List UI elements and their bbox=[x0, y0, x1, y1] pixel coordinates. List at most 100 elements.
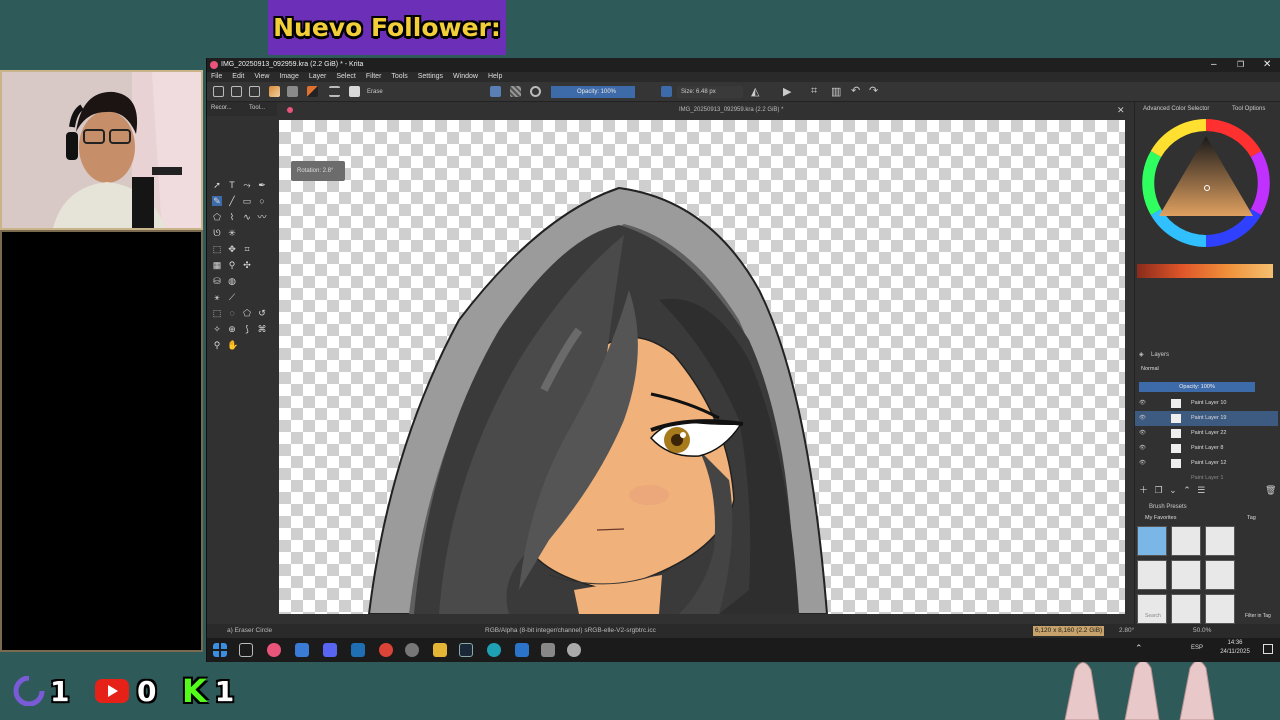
measure-icon[interactable]: ⟋ bbox=[227, 292, 237, 302]
brush-preset[interactable] bbox=[1171, 594, 1201, 624]
wrap-mode-icon[interactable]: ▥ bbox=[831, 85, 841, 98]
color-picker-icon[interactable]: ⚲ bbox=[227, 260, 237, 270]
eraser-mode-icon[interactable] bbox=[490, 86, 501, 97]
gradient-icon[interactable] bbox=[269, 86, 280, 97]
magnetic-select-icon[interactable]: ⌘ bbox=[257, 324, 267, 334]
rect-select-icon[interactable]: ⬚ bbox=[212, 308, 222, 318]
text-icon[interactable]: T bbox=[227, 180, 237, 190]
add-layer-icon[interactable]: ＋ bbox=[1139, 485, 1148, 495]
pan-icon[interactable]: ✋ bbox=[227, 340, 238, 350]
windows-start-icon[interactable] bbox=[213, 643, 227, 657]
visibility-eye-icon[interactable]: 👁 bbox=[1139, 441, 1146, 456]
folder-taskbar-icon[interactable] bbox=[433, 643, 447, 657]
assistant-icon[interactable]: ⚹ bbox=[212, 292, 222, 302]
similar-select-icon[interactable]: ⊕ bbox=[227, 324, 237, 334]
minimize-button[interactable]: – bbox=[1211, 58, 1217, 72]
brush-preset[interactable] bbox=[1205, 526, 1235, 556]
shield-taskbar-icon[interactable] bbox=[567, 643, 581, 657]
menu-edit[interactable]: Edit bbox=[232, 72, 244, 82]
color-selector-title[interactable]: Advanced Color Selector bbox=[1143, 104, 1209, 115]
crop-icon[interactable]: ⌗ bbox=[242, 244, 252, 254]
polygon-icon[interactable]: ⬠ bbox=[212, 212, 222, 222]
edge-taskbar-icon[interactable] bbox=[487, 643, 501, 657]
bezier-select-icon[interactable]: ⟆ bbox=[242, 324, 252, 334]
language-indicator[interactable]: ESP bbox=[1191, 645, 1203, 651]
brush-preset[interactable] bbox=[1171, 526, 1201, 556]
open-document-icon[interactable] bbox=[231, 86, 242, 97]
magic-wand-icon[interactable]: ✧ bbox=[212, 324, 222, 334]
pattern-icon[interactable] bbox=[287, 86, 298, 97]
brush-preset-icon[interactable] bbox=[349, 86, 360, 97]
preserve-alpha-icon[interactable] bbox=[510, 86, 521, 97]
blend-mode-select[interactable]: Erase bbox=[367, 87, 479, 97]
layer-row[interactable]: 👁 Paint Layer 12 bbox=[1135, 456, 1278, 471]
polygon-select-icon[interactable]: ⬠ bbox=[242, 308, 252, 318]
calligraphy-icon[interactable]: ✒ bbox=[257, 180, 267, 190]
menu-layer[interactable]: Layer bbox=[309, 72, 327, 82]
tool-options-tab[interactable]: Tool Options bbox=[1232, 104, 1265, 115]
size-slider[interactable]: Size: 6.48 px bbox=[677, 86, 743, 98]
close-document-icon[interactable]: ✕ bbox=[1117, 102, 1125, 118]
opacity-slider[interactable]: Opacity: 100% bbox=[551, 86, 635, 98]
menu-view[interactable]: View bbox=[254, 72, 269, 82]
duplicate-layer-icon[interactable]: ❐ bbox=[1155, 485, 1163, 495]
freehand-select-icon[interactable]: ↺ bbox=[257, 308, 267, 318]
crop-icon[interactable]: ⌗ bbox=[811, 85, 817, 98]
tab-recorder[interactable]: Recor... bbox=[211, 105, 232, 111]
layer-row[interactable]: 👁 Paint Layer 10 bbox=[1135, 396, 1278, 411]
new-document-icon[interactable] bbox=[213, 86, 224, 97]
reload-preset-icon[interactable] bbox=[530, 86, 541, 97]
brush-preset[interactable] bbox=[1137, 560, 1167, 590]
color-history-bar[interactable] bbox=[1137, 264, 1273, 278]
visibility-eye-icon[interactable]: 👁 bbox=[1139, 456, 1146, 471]
favorites-tag-select[interactable]: My Favorites bbox=[1145, 515, 1176, 521]
color-selector[interactable] bbox=[1141, 118, 1271, 248]
menu-tools[interactable]: Tools bbox=[391, 72, 407, 82]
enclose-fill-icon[interactable]: ◍ bbox=[227, 276, 237, 286]
layer-row[interactable]: Paint Layer 1 bbox=[1135, 471, 1278, 480]
store-taskbar-icon[interactable] bbox=[541, 643, 555, 657]
chrome-taskbar-icon[interactable] bbox=[379, 643, 393, 657]
dynamic-brush-icon[interactable]: ᘎ bbox=[212, 228, 222, 238]
menu-window[interactable]: Window bbox=[453, 72, 478, 82]
flow-color-icon[interactable] bbox=[661, 86, 672, 97]
delete-layer-icon[interactable]: 🗑 bbox=[1265, 484, 1276, 496]
mirror-vertical-icon[interactable]: ▶ bbox=[783, 85, 791, 98]
steam-taskbar-icon[interactable] bbox=[459, 643, 473, 657]
drawing-canvas[interactable]: Rotation: 2.8° bbox=[279, 120, 1125, 614]
menu-image[interactable]: Image bbox=[279, 72, 298, 82]
brush-settings-icon[interactable] bbox=[329, 86, 340, 97]
line-icon[interactable]: ╱ bbox=[227, 196, 237, 206]
vscode-taskbar-icon[interactable] bbox=[351, 643, 365, 657]
filter-in-tag-checkbox[interactable]: Filter in Tag bbox=[1245, 613, 1271, 619]
ellipse-icon[interactable]: ○ bbox=[257, 196, 267, 206]
zoom-icon[interactable]: ⚲ bbox=[212, 340, 222, 350]
gradient-icon[interactable]: ▦ bbox=[212, 260, 222, 270]
freehand-path-icon[interactable]: 〰 bbox=[257, 212, 267, 222]
brush-preset[interactable] bbox=[1205, 594, 1235, 624]
mirror-horizontal-icon[interactable]: ◭ bbox=[751, 85, 759, 98]
task-view-icon[interactable] bbox=[239, 643, 253, 657]
redo-icon[interactable]: ↷ bbox=[869, 84, 878, 97]
layer-row[interactable]: 👁 Paint Layer 8 bbox=[1135, 441, 1278, 456]
select-shapes-icon[interactable]: ➚ bbox=[212, 180, 222, 190]
undo-icon[interactable]: ↶ bbox=[851, 84, 860, 97]
layer-row[interactable]: 👁 Paint Layer 22 bbox=[1135, 426, 1278, 441]
visibility-eye-icon[interactable]: 👁 bbox=[1139, 411, 1146, 426]
freehand-brush-icon[interactable]: ✎ bbox=[212, 196, 222, 206]
tag-button[interactable]: Tag bbox=[1247, 515, 1256, 521]
app-taskbar-icon[interactable] bbox=[295, 643, 309, 657]
menu-file[interactable]: File bbox=[211, 72, 222, 82]
brush-preset[interactable] bbox=[1137, 594, 1167, 624]
discord-taskbar-icon[interactable] bbox=[323, 643, 337, 657]
document-tab[interactable]: IMG_20250913_092959.kra (2.2 GiB) * bbox=[679, 102, 783, 118]
visibility-eye-icon[interactable]: 👁 bbox=[1139, 396, 1146, 411]
edit-shapes-icon[interactable]: ⤳ bbox=[242, 180, 252, 190]
layer-row-active[interactable]: 👁 Paint Layer 19 bbox=[1135, 411, 1278, 426]
ellipse-select-icon[interactable]: ◌ bbox=[227, 308, 237, 318]
brush-preset[interactable] bbox=[1205, 560, 1235, 590]
smart-patch-icon[interactable]: ✣ bbox=[242, 260, 252, 270]
settings-taskbar-icon[interactable] bbox=[405, 643, 419, 657]
color-swap-icon[interactable] bbox=[307, 86, 318, 97]
save-document-icon[interactable] bbox=[249, 86, 260, 97]
